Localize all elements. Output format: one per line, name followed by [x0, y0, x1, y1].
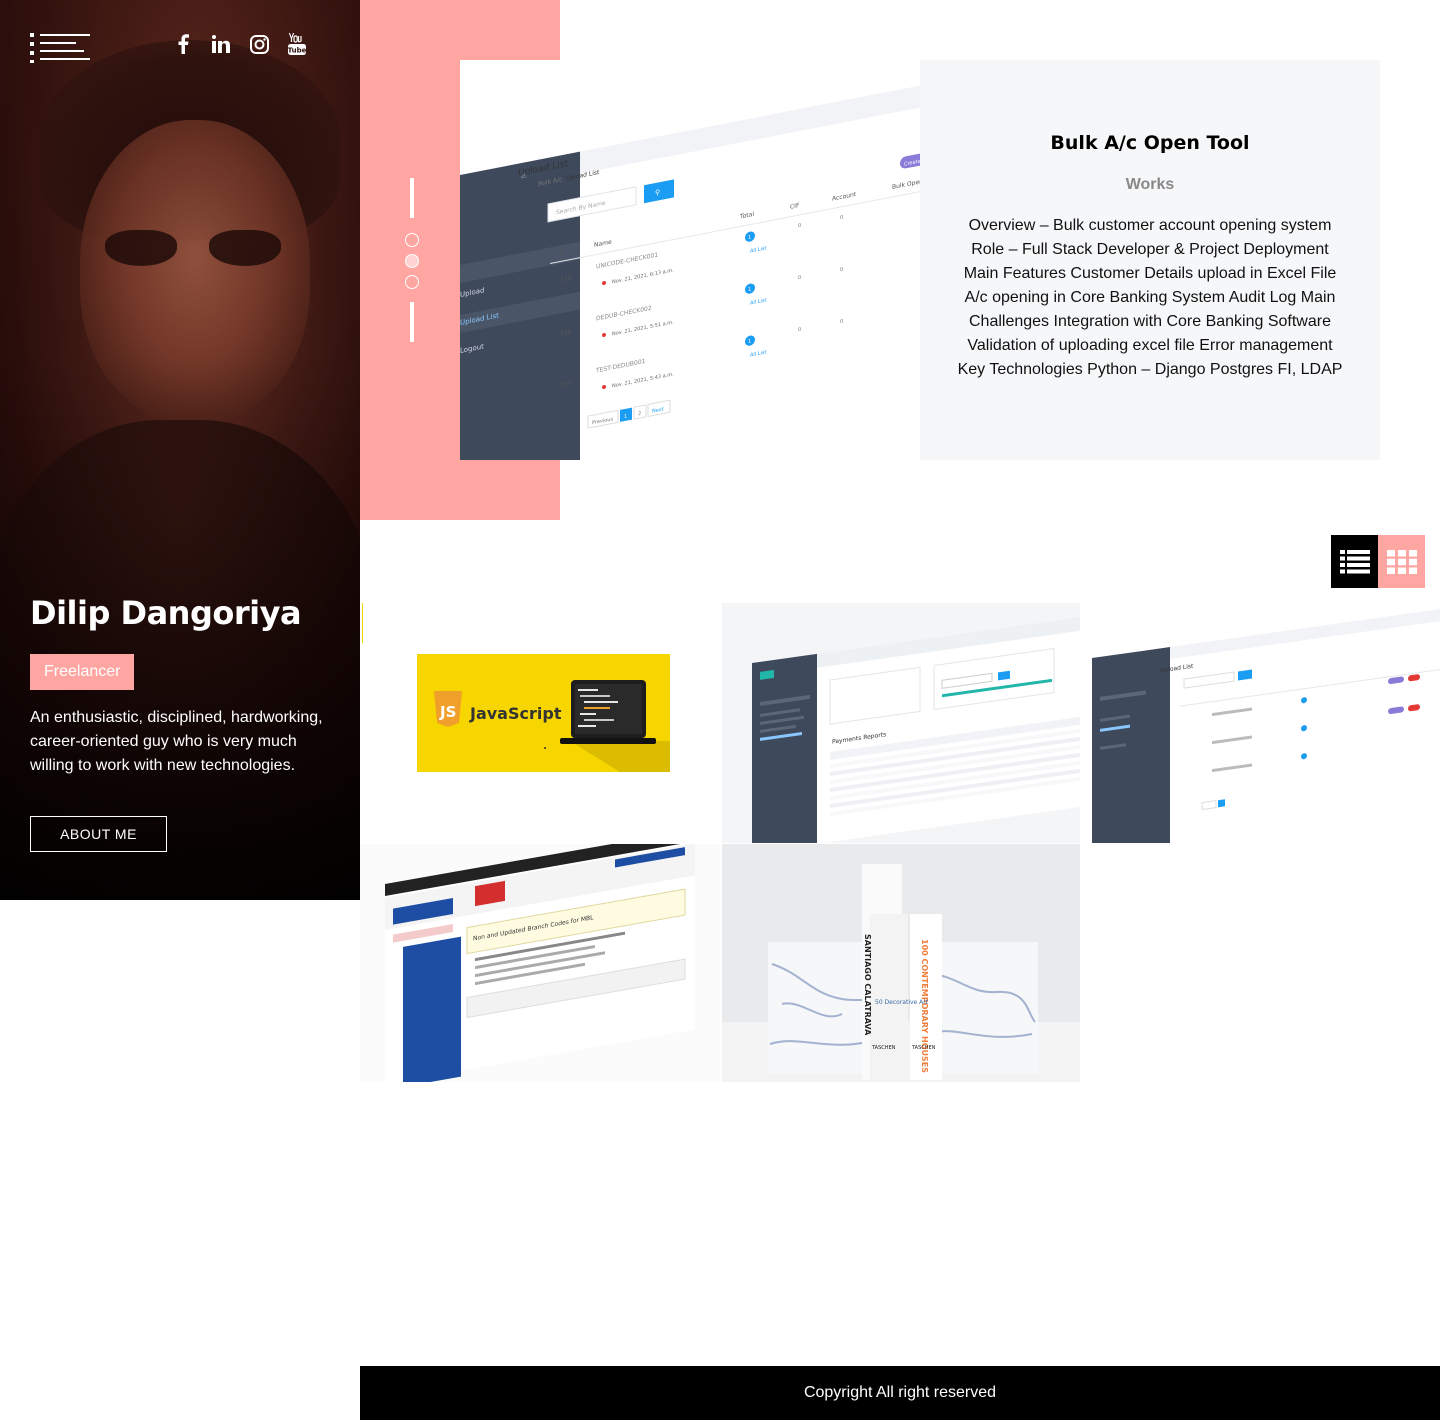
slide-col-bulk: Bulk Oper	[892, 178, 920, 191]
youtube-icon[interactable]: Tube	[286, 32, 308, 56]
book-title-calatrava: SANTIAGO CALATRAVA	[863, 934, 872, 1036]
slide-search-icon: ⚲	[655, 187, 660, 197]
profile-bio: An enthusiastic, disciplined, hardworkin…	[30, 709, 323, 774]
slide-row-2-account: 0	[840, 267, 843, 274]
slide-row-1-name: UNICODE-CHECK001	[596, 252, 658, 271]
list-view-button[interactable]	[1331, 535, 1378, 588]
slide-row-1-date: Nov. 21, 2021, 6:13 a.m.	[612, 267, 674, 285]
about-me-button[interactable]: ABOUT ME	[30, 816, 167, 852]
slide-row-2-total: 1	[748, 286, 751, 293]
portfolio-item-bank-intranet[interactable]: Non and Updated Branch Codes for MBL	[360, 844, 720, 1082]
slider-dot-2[interactable]	[405, 254, 419, 268]
svg-text:Tube: Tube	[288, 47, 306, 55]
slide-row-3-total: 1	[748, 338, 751, 345]
slide-row-3-name: TEST-DEDUB001	[595, 358, 646, 375]
portfolio-item-books[interactable]: SANTIAGO CALATRAVA 100 CONTEMPORARY HOUS…	[722, 844, 1080, 1082]
featured-title[interactable]: Bulk A/c Open Tool	[920, 132, 1380, 154]
slide-row-2-link: All List	[750, 297, 767, 306]
slide-row-1-link: All List	[750, 245, 767, 254]
instagram-icon[interactable]	[248, 32, 270, 56]
slider-pagination	[404, 178, 420, 342]
slide-row-2-cif: 0	[798, 275, 801, 282]
slider-nav-line-bottom	[410, 302, 414, 342]
book-publisher-2: TASCHEN	[911, 1045, 936, 1051]
social-links: Tube	[172, 32, 308, 56]
book-title-houses: 100 CONTEMPORARY HOUSES	[920, 939, 929, 1073]
grid-icon	[1386, 549, 1417, 574]
portfolio-item-bulk-tool[interactable]: Upload List	[1082, 603, 1440, 843]
slide-col-hash: #	[558, 248, 563, 256]
portfolio-item-credit-card[interactable]: Payments Reports	[722, 603, 1080, 843]
featured-slide-image[interactable]: Upload Upload List Logout ≡ Upload List …	[460, 60, 920, 460]
slider-dot-3[interactable]	[405, 275, 419, 289]
copyright-text: Copyright All right reserved	[803, 1384, 997, 1401]
linkedin-icon[interactable]	[210, 32, 232, 56]
slide-row-2-date: Nov. 21, 2021, 5:51 a.m.	[612, 319, 674, 337]
slide-row-1-total: 1	[748, 234, 751, 241]
slider-nav-line-top	[410, 178, 414, 218]
facebook-icon[interactable]	[172, 32, 194, 56]
slide-row-3-account: 0	[840, 319, 843, 326]
javascript-label: JavaScript	[469, 704, 562, 723]
profile-name: Dilip Dangoriya	[30, 594, 302, 632]
slider-dot-1[interactable]	[405, 233, 419, 247]
slide-row-1-cif: 0	[798, 223, 801, 230]
featured-slide-info: Bulk A/c Open Tool Works Overview – Bulk…	[920, 60, 1380, 460]
grid-view-button[interactable]	[1378, 535, 1425, 588]
menu-toggle-button[interactable]	[30, 33, 90, 63]
portfolio-page: Tube Dilip Dangoriya Freelancer An enthu…	[0, 0, 1440, 1420]
slide-pager-2: 2	[638, 411, 641, 418]
book-title-decorative: 50 Decorative Art	[875, 999, 929, 1006]
slide-row-1-account: 0	[840, 215, 843, 222]
slide-row-2-name: DEDUB-CHECK002	[596, 305, 652, 323]
slide-row-3-cif: 0	[798, 327, 801, 334]
slide-col-name: Name	[594, 239, 612, 249]
profile-role-badge: Freelancer	[30, 654, 135, 690]
list-icon	[1339, 549, 1370, 573]
slide-row-3-date: Nov. 21, 2021, 5:43 a.m.	[612, 371, 674, 389]
slide-col-account: Account	[832, 191, 857, 203]
book-publisher-1: TASCHEN	[871, 1045, 896, 1051]
slide-pager-1: 1	[624, 414, 627, 421]
slide-col-cif: CIF	[790, 202, 800, 211]
slide-col-total: Total	[739, 211, 754, 221]
profile-panel: Tube Dilip Dangoriya Freelancer An enthu…	[0, 0, 360, 900]
slide-row-3-link: All List	[750, 349, 767, 358]
footer: Copyright All right reserved	[360, 1366, 1440, 1420]
portfolio-item-javascript[interactable]: JS JavaScript	[360, 603, 720, 843]
js-badge: JS	[439, 703, 456, 721]
featured-description: Overview – Bulk customer account opening…	[957, 217, 1343, 378]
featured-category: Works	[1125, 176, 1175, 193]
